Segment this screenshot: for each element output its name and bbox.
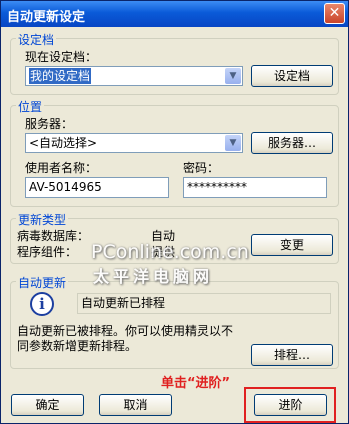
watermark-brand: PConline.com.cn — [91, 241, 249, 263]
ok-button[interactable]: 确定 — [11, 394, 84, 416]
server-select[interactable]: <自动选择> ▼ — [25, 133, 243, 153]
program-label: 程序组件： — [17, 245, 78, 259]
change-button[interactable]: 变更 — [251, 234, 333, 256]
password-label: 密码： — [183, 161, 220, 175]
profile-select-value: 我的设定档 — [29, 68, 92, 84]
auto-update-description-line2: 同参数新增更新排程。 — [17, 339, 138, 353]
title-bar[interactable]: 自动更新设定 ✕ — [1, 1, 348, 27]
cancel-button[interactable]: 取消 — [99, 394, 172, 416]
chevron-down-icon[interactable]: ▼ — [225, 135, 241, 151]
server-label: 服务器： — [25, 117, 74, 131]
server-button[interactable]: 服务器… — [251, 132, 333, 154]
location-legend: 位置 — [16, 98, 45, 115]
close-button[interactable]: ✕ — [324, 3, 345, 24]
profile-button[interactable]: 设定档 — [251, 65, 333, 87]
auto-update-group: 自动更新 i 自动更新已排程 自动更新已被排程。你可以使用精灵以不 同参数新增更… — [10, 274, 339, 369]
profile-group: 设定档 现在设定档： 我的设定档 ▼ 设定档 — [10, 31, 339, 95]
dialog-window: 自动更新设定 ✕ 设定档 现在设定档： 我的设定档 ▼ 设定档 位置 服务器： … — [0, 0, 349, 424]
chevron-down-icon[interactable]: ▼ — [225, 68, 241, 84]
annotation-label: 单击“进阶” — [161, 376, 231, 391]
profile-select[interactable]: 我的设定档 ▼ — [25, 66, 243, 86]
watermark-cn: 太平洋电脑网 — [93, 267, 214, 286]
auto-update-status: 自动更新已排程 — [77, 293, 331, 314]
current-profile-label: 现在设定档： — [25, 50, 98, 64]
update-type-legend: 更新类型 — [16, 211, 69, 228]
username-field[interactable]: AV-5014965 — [25, 177, 169, 198]
schedule-button[interactable]: 排程… — [251, 344, 333, 366]
auto-update-legend: 自动更新 — [16, 274, 69, 291]
server-select-value: <自动选择> — [29, 136, 98, 150]
window-title: 自动更新设定 — [7, 10, 86, 25]
info-icon: i — [30, 292, 54, 316]
highlight-box — [244, 387, 336, 423]
location-group: 位置 服务器： <自动选择> ▼ 服务器… 使用者名称： AV-5014965 … — [10, 98, 339, 207]
virus-db-label: 病毒数据库： — [17, 229, 90, 243]
profile-legend: 设定档 — [16, 31, 57, 48]
password-field[interactable]: ********** — [183, 177, 327, 198]
username-label: 使用者名称： — [25, 161, 98, 175]
close-icon: ✕ — [328, 5, 341, 21]
